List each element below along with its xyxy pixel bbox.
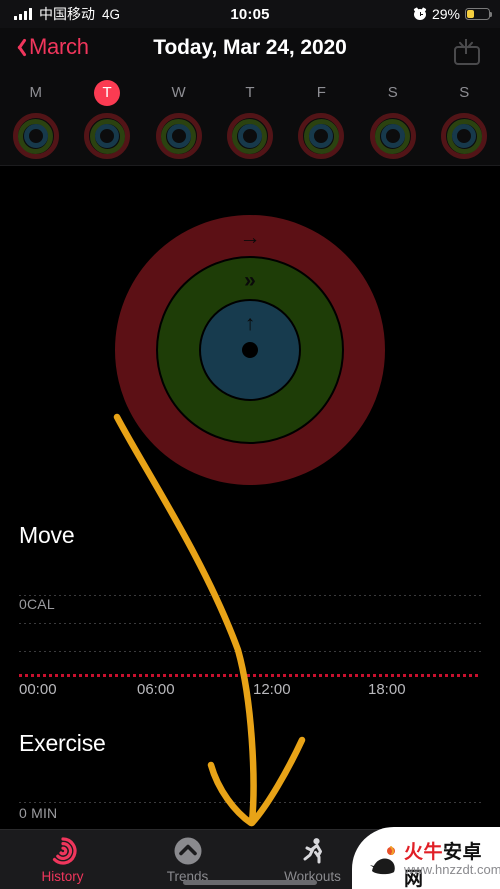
exercise-gridline-1	[19, 802, 481, 803]
week-day-saturday[interactable]: S	[357, 74, 428, 165]
alarm-clock-icon	[413, 6, 427, 21]
move-gridline-3	[19, 651, 481, 652]
mini-activity-rings	[298, 113, 345, 159]
exercise-axis-label: 0 MIN	[19, 805, 58, 821]
week-day-tuesday-today[interactable]: T	[71, 74, 142, 165]
week-day-wednesday[interactable]: W	[143, 74, 214, 165]
move-gridline-2	[19, 623, 481, 624]
exercise-ring-arrow-icon: »	[244, 269, 256, 292]
week-day-monday[interactable]: M	[0, 74, 71, 165]
mini-stand-ring	[380, 124, 405, 148]
week-day-thursday[interactable]: T	[214, 74, 285, 165]
battery-icon	[465, 7, 493, 21]
navigation-bar: March Today, Mar 24, 2020	[0, 28, 500, 74]
mini-activity-rings	[155, 113, 202, 159]
mini-activity-rings	[12, 113, 59, 159]
watermark-badge: 火牛安卓网 www.hnzzdt.com	[352, 827, 500, 889]
move-time-tick-3: 18:00	[368, 681, 406, 698]
exercise-section-title: Exercise	[19, 730, 106, 756]
activity-rings[interactable]: → » ↑	[115, 215, 385, 485]
mini-activity-rings	[369, 113, 416, 159]
stand-ring-arrow-icon: ↑	[244, 312, 256, 335]
move-time-tick-2: 12:00	[253, 681, 291, 698]
mini-stand-ring	[95, 124, 120, 148]
week-day-selector: M T W T F S S	[0, 74, 500, 166]
week-day-sunday[interactable]: S	[429, 74, 500, 165]
week-day-label: S	[387, 84, 398, 101]
week-day-friday[interactable]: F	[286, 74, 357, 165]
bull-logo-icon	[366, 841, 406, 879]
history-spiral-icon	[48, 836, 78, 866]
chevron-up-circle-icon	[173, 836, 203, 866]
page-title: Today, Mar 24, 2020	[153, 36, 347, 59]
move-ring-arrow-icon: →	[239, 226, 261, 249]
move-time-tick-0: 00:00	[19, 681, 57, 698]
mini-stand-ring	[166, 124, 191, 148]
watermark-brand-red: 火牛	[404, 842, 444, 863]
tab-history-label: History	[41, 868, 84, 884]
mini-stand-ring	[23, 124, 48, 148]
running-person-icon	[298, 836, 328, 866]
move-section-title: Move	[19, 522, 75, 548]
week-day-label: T	[245, 84, 255, 101]
move-axis-label: 0CAL	[19, 596, 55, 612]
move-time-tick-1: 06:00	[137, 681, 175, 698]
tab-history[interactable]: History	[0, 830, 125, 889]
mini-activity-rings	[441, 113, 488, 159]
week-day-label: F	[316, 84, 326, 101]
mini-activity-rings	[226, 113, 273, 159]
week-day-label: W	[171, 84, 186, 101]
watermark-url: www.hnzzdt.com	[404, 862, 500, 877]
mini-stand-ring	[237, 124, 262, 148]
app-screen: 中国移动 4G 10:05 29% March Today, Mar 24, 2…	[0, 0, 500, 889]
week-day-label: M	[29, 84, 42, 101]
home-indicator	[183, 880, 317, 885]
status-bar: 中国移动 4G 10:05 29%	[0, 0, 500, 28]
mini-activity-rings	[84, 113, 131, 159]
move-baseline	[19, 674, 481, 677]
move-gridline-1	[19, 595, 481, 596]
week-day-label: T	[94, 80, 121, 106]
battery-percent-label: 29%	[431, 6, 460, 22]
status-bar-right: 29%	[413, 6, 493, 22]
week-day-label: S	[459, 84, 470, 101]
share-icon[interactable]	[452, 36, 482, 66]
